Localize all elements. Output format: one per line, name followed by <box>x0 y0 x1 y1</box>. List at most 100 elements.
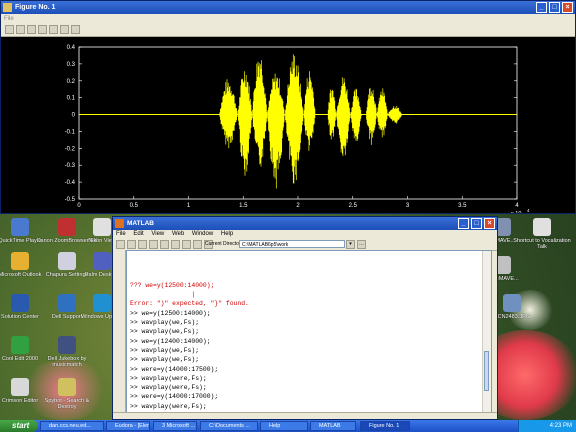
app-icon <box>533 218 551 236</box>
desktop-icon-label: Dell Jukebox by musicmatch <box>47 356 87 368</box>
cut-icon[interactable] <box>138 240 147 249</box>
simulink-icon[interactable] <box>193 240 202 249</box>
command-line: >> wavplay(we,Fs); <box>130 346 200 354</box>
x-scale-exponent: 4 <box>527 208 530 213</box>
app-icon <box>11 336 29 354</box>
x-tick-label: 2 <box>296 203 300 209</box>
desktop-icon[interactable]: Shortcut to Vocalization Talk <box>510 218 574 250</box>
app-icon <box>58 336 76 354</box>
browse-folder-icon[interactable]: … <box>357 240 366 249</box>
command-line: >> wavplay(we,Fs); <box>130 328 200 336</box>
y-tick-label: -0.4 <box>65 180 76 186</box>
taskbar-item[interactable]: MATLAB <box>310 421 356 431</box>
error-line: Error: ")" expected, "}" found. <box>130 300 249 308</box>
taskbar-item[interactable]: Help <box>260 421 308 431</box>
y-tick-label: 0.3 <box>67 62 76 68</box>
matlab-menubar: File Edit View Web Window Help <box>113 230 497 239</box>
command-line: >> were=y(14000:17000); <box>130 393 219 401</box>
rotate-icon[interactable] <box>71 25 80 34</box>
start-button[interactable]: start <box>0 420 38 432</box>
app-icon <box>93 294 111 312</box>
y-tick-label: -0.2 <box>65 146 76 152</box>
close-button[interactable]: × <box>562 2 573 13</box>
figure-toolbar <box>1 24 575 37</box>
desktop-icon-label: Spybot - Search & Destroy <box>44 398 90 410</box>
taskbar-item[interactable]: dan.ccs.neu.ed... <box>40 421 104 431</box>
open-file-icon[interactable] <box>127 240 136 249</box>
y-tick-label: -0.3 <box>65 163 76 169</box>
taskbar-item[interactable]: 3 Microsoft ... <box>153 421 197 431</box>
figure-menubar: File <box>1 14 575 24</box>
y-tick-label: 0.2 <box>67 79 76 85</box>
system-tray: 4:23 PM <box>518 420 576 432</box>
command-line: >> wavplay(we,Fs); <box>130 319 200 327</box>
app-icon <box>93 252 111 270</box>
figure-title: Figure No. 1 <box>15 4 56 11</box>
minimize-button[interactable]: _ <box>536 2 547 13</box>
y-tick-label: -0.1 <box>65 129 76 135</box>
new-figure-icon[interactable] <box>5 25 14 34</box>
plot-area[interactable]: 0.4 0.3 0.2 0.1 0 -0.1 -0.2 -0.3 -0.4 -0.5 0 0.5 1 1.… <box>1 37 575 217</box>
x-tick-label: 4 <box>515 203 519 209</box>
x-tick-label: 0 <box>77 203 81 209</box>
menu-edit[interactable]: Edit <box>133 231 143 237</box>
figure-window[interactable]: Figure No. 1 _ □ × File 0.4 0.3 0.2 0.1 0 -0.… <box>0 0 576 217</box>
matlab-figure-icon <box>3 3 12 12</box>
menu-view[interactable]: View <box>151 231 164 237</box>
menu-web[interactable]: Web <box>172 231 184 237</box>
command-line: >> were=y(14000:17500); <box>130 365 219 373</box>
clock: 4:23 PM <box>549 423 572 429</box>
menu-file[interactable]: File <box>116 231 126 237</box>
command-window-scrollbar[interactable] <box>482 251 491 412</box>
current-directory-field[interactable]: C:\MATLAB6p5\work <box>239 240 345 248</box>
x-tick-label: 0.5 <box>130 203 139 209</box>
app-icon <box>93 218 111 236</box>
taskbar-item[interactable]: Figure No. 1 <box>360 421 410 431</box>
desktop-icon[interactable]: Dell Jukebox by musicmatch <box>35 336 99 368</box>
taskbar-item[interactable]: Eudora - [Elem... <box>106 421 150 431</box>
copy-icon[interactable] <box>149 240 158 249</box>
taskbar: start dan.ccs.neu.ed...Eudora - [Elem...… <box>0 420 576 432</box>
save-icon[interactable] <box>27 25 36 34</box>
menu-help[interactable]: Help <box>221 231 233 237</box>
scrollbar-thumb[interactable] <box>484 351 489 391</box>
redo-icon[interactable] <box>182 240 191 249</box>
menu-window[interactable]: Window <box>192 231 213 237</box>
command-line: >> we=y(12400:14000); <box>130 337 211 345</box>
matlab-titlebar[interactable]: MATLAB _ □ × <box>113 217 497 230</box>
paste-icon[interactable] <box>160 240 169 249</box>
zoom-out-icon[interactable] <box>60 25 69 34</box>
x-scale-label: x 10 <box>511 211 521 213</box>
waveform-plot: 0.40.30.20.10-0.1-0.2-0.3-0.4-0.50 0.5 1 1.… <box>65 45 530 217</box>
close-button[interactable]: × <box>484 218 495 229</box>
error-line: ??? we=y(12500:14000); <box>130 281 215 289</box>
minimize-button[interactable]: _ <box>458 218 469 229</box>
app-icon <box>11 252 29 270</box>
workspace-tab-strip[interactable] <box>113 250 126 413</box>
maximize-button[interactable]: □ <box>471 218 482 229</box>
figure-titlebar[interactable]: Figure No. 1 _ □ × <box>1 1 575 14</box>
y-tick-label: 0 <box>72 113 76 119</box>
new-file-icon[interactable] <box>116 240 125 249</box>
y-tick-label: -0.5 <box>65 197 76 203</box>
command-window[interactable]: ??? we=y(12500:14000); | Error: ")" expec… <box>126 250 492 428</box>
y-tick-label: 0.1 <box>67 96 76 102</box>
taskbar-item[interactable]: C:\Documents ... <box>200 421 258 431</box>
menu-file[interactable]: File <box>4 16 14 22</box>
matlab-window[interactable]: MATLAB _ □ × File Edit View Web Window H… <box>112 216 498 428</box>
zoom-in-icon[interactable] <box>49 25 58 34</box>
command-line: >> we=y(12500:14000); <box>130 309 211 317</box>
app-icon <box>503 294 521 312</box>
app-icon <box>11 294 29 312</box>
app-icon <box>11 378 29 396</box>
x-tick-label: 1.5 <box>239 203 248 209</box>
y-tick-label: 0.4 <box>67 45 76 51</box>
undo-icon[interactable] <box>171 240 180 249</box>
print-icon[interactable] <box>38 25 47 34</box>
dropdown-arrow-icon[interactable]: ▾ <box>346 240 355 249</box>
open-folder-icon[interactable] <box>16 25 25 34</box>
command-line: >> wavplay(were,Fs); <box>130 384 207 392</box>
maximize-button[interactable]: □ <box>549 2 560 13</box>
x-tick-label: 1 <box>187 203 191 209</box>
desktop-icon[interactable]: Spybot - Search & Destroy <box>35 378 99 410</box>
